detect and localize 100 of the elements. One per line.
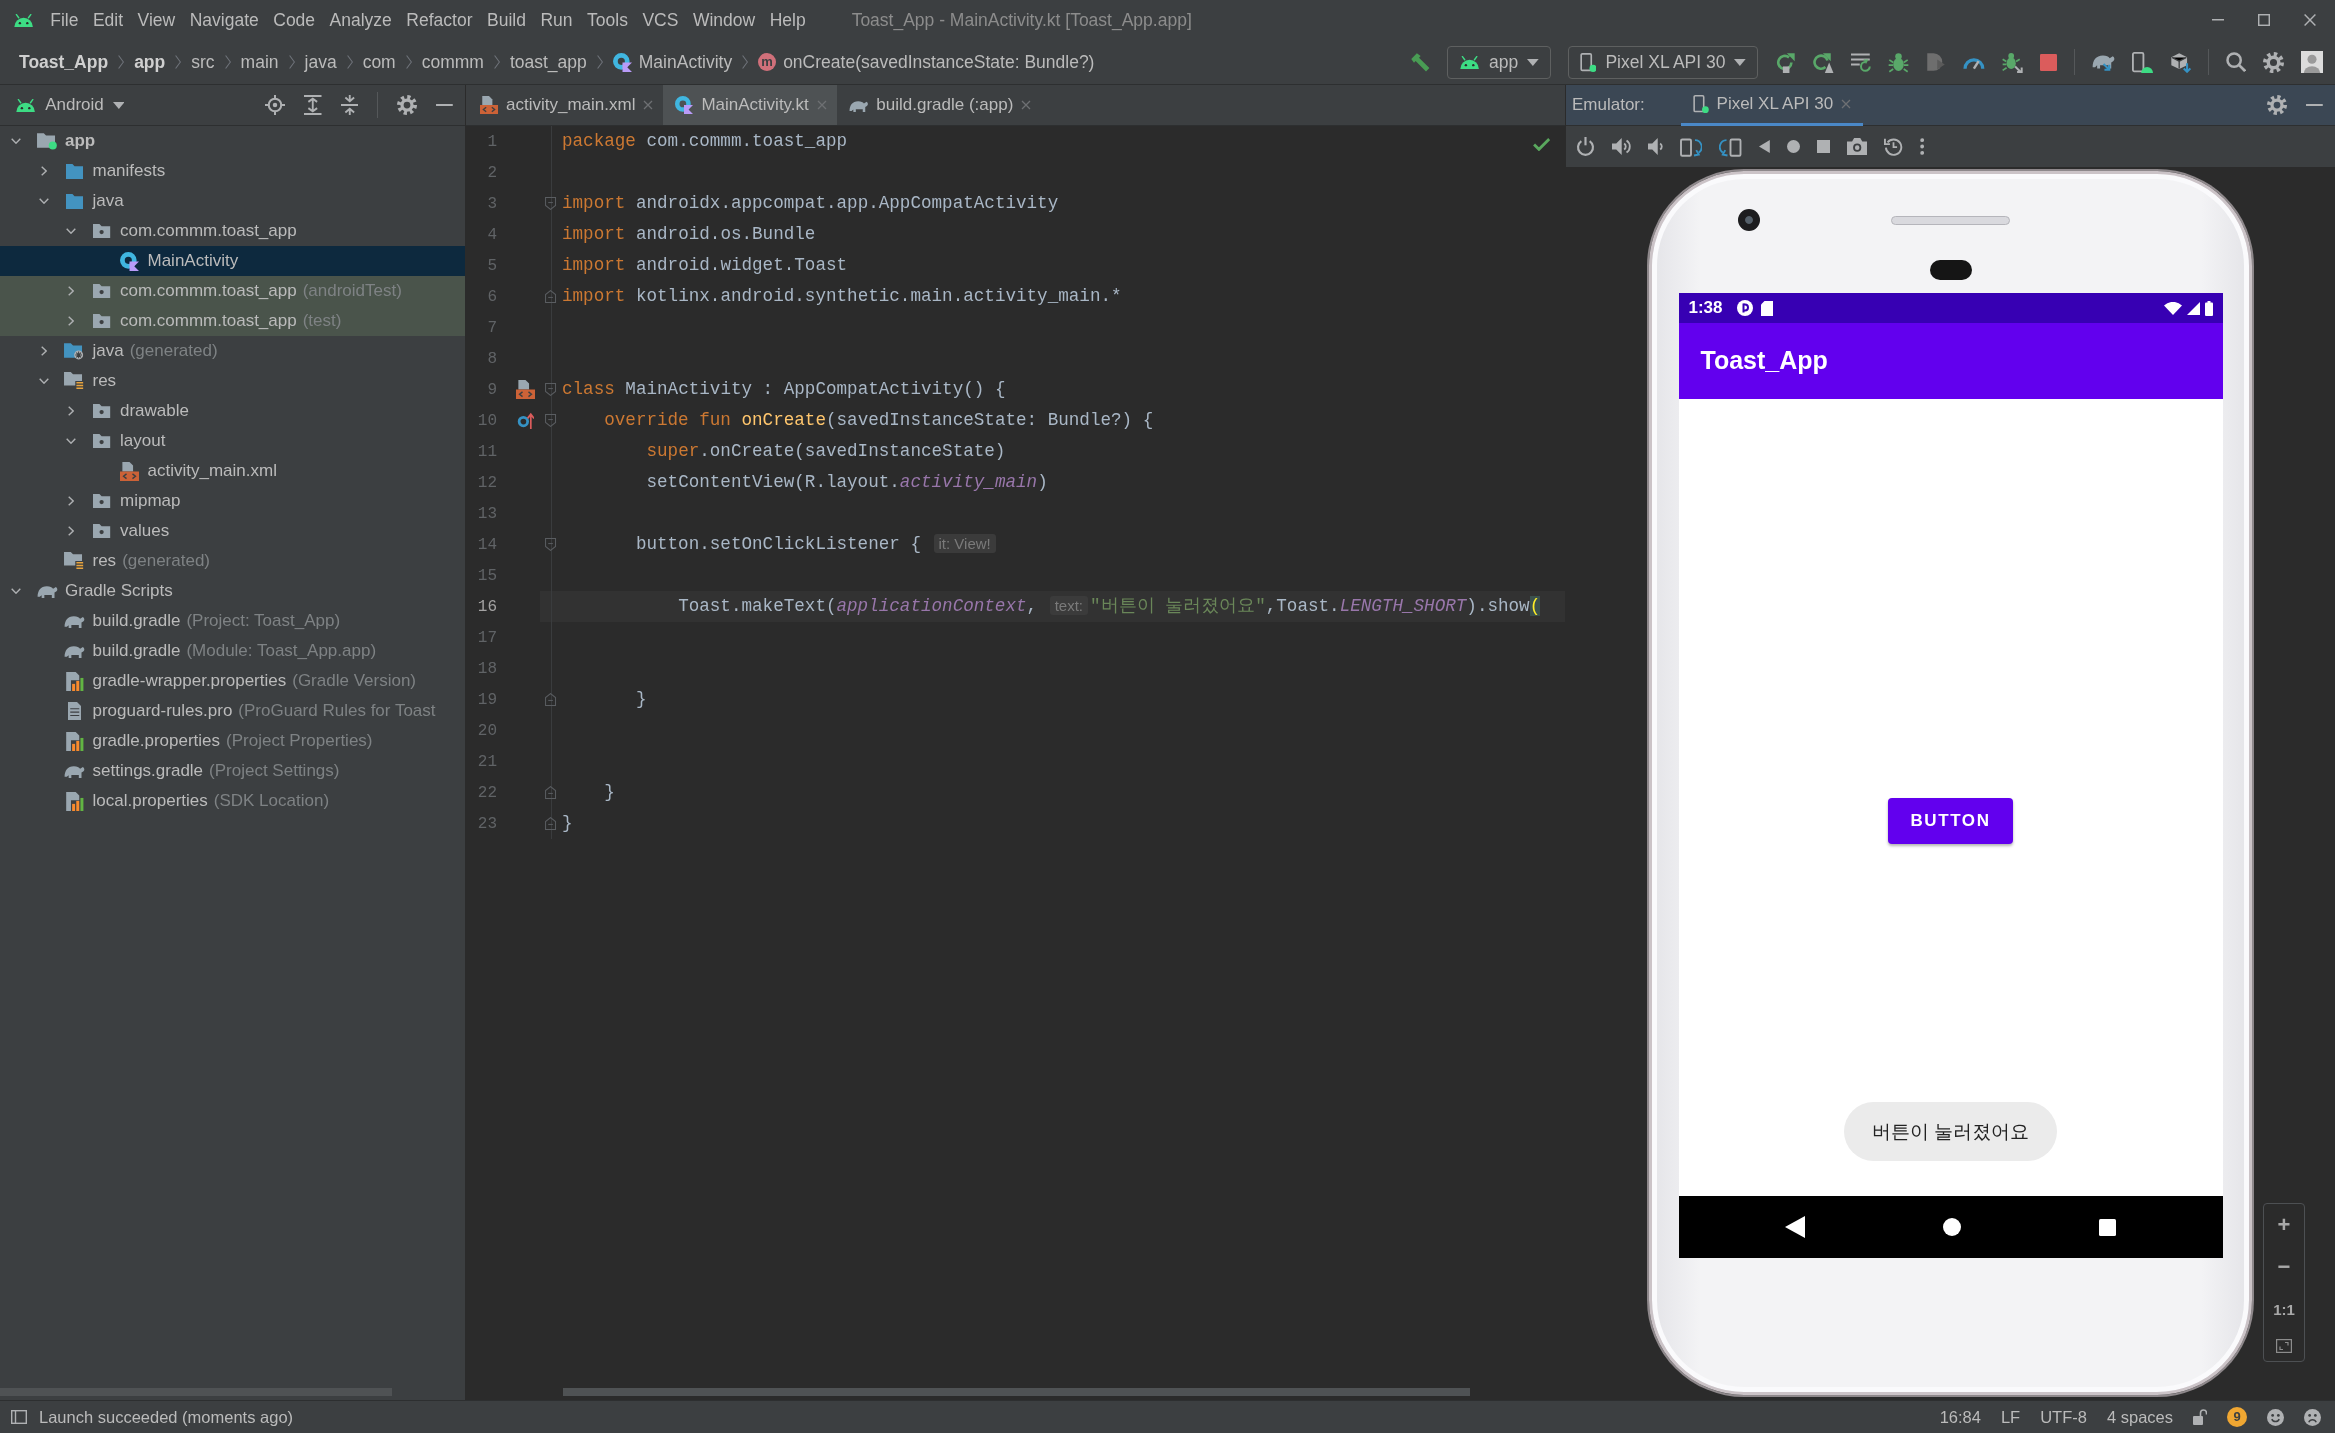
tree-item[interactable]: layout xyxy=(0,426,465,456)
fold-marker-icon[interactable] xyxy=(545,786,557,799)
stop-icon[interactable] xyxy=(2039,53,2057,71)
more-icon[interactable] xyxy=(1920,138,1925,155)
chevron-right-icon[interactable] xyxy=(68,496,74,506)
tree-item[interactable]: local.properties (SDK Location) xyxy=(0,786,465,816)
search-icon[interactable] xyxy=(2226,52,2246,72)
breadcrumb-item[interactable]: toast_app xyxy=(509,48,587,76)
xml-file-icon[interactable] xyxy=(515,380,535,399)
chevron-right-icon[interactable] xyxy=(68,316,74,326)
crosshair-icon[interactable] xyxy=(265,95,286,115)
tree-item[interactable]: values xyxy=(0,516,465,546)
menu-item[interactable]: VCS xyxy=(642,6,679,34)
menu-item[interactable]: Navigate xyxy=(189,6,259,34)
smiley-icon[interactable] xyxy=(2267,1408,2284,1426)
chevron-down-icon[interactable] xyxy=(38,198,49,204)
editor-tab[interactable]: MainActivity.kt xyxy=(663,85,837,125)
menu-item[interactable]: Tools xyxy=(587,6,628,34)
menu-item[interactable]: Build xyxy=(487,6,526,34)
menu-item[interactable]: Code xyxy=(273,6,316,34)
chevron-right-icon[interactable] xyxy=(68,406,74,416)
fit-screen-icon[interactable] xyxy=(2276,1339,2292,1353)
device-tab[interactable]: Pixel XL API 30 xyxy=(1680,85,1864,126)
breadcrumb-item[interactable]: MainActivity xyxy=(612,48,733,76)
tree-item[interactable]: com.commm.toast_app (androidTest) xyxy=(0,276,465,306)
tree-item[interactable]: MainActivity xyxy=(0,246,465,276)
rotate-right-icon[interactable] xyxy=(1719,136,1742,157)
breadcrumb-item[interactable]: com xyxy=(362,48,396,76)
zoom-in-button[interactable]: + xyxy=(2277,1212,2291,1238)
menu-item[interactable]: Help xyxy=(769,6,806,34)
chevron-down-icon[interactable] xyxy=(38,378,49,384)
apply-code-changes-icon[interactable] xyxy=(1851,52,1872,72)
notification-badge[interactable]: 9 xyxy=(2227,1407,2247,1427)
fold-marker-icon[interactable] xyxy=(545,290,557,303)
hammer-icon[interactable] xyxy=(1409,52,1430,72)
settings-icon[interactable] xyxy=(2267,95,2288,115)
menu-item[interactable]: Edit xyxy=(92,6,124,34)
status-item[interactable]: 16:84 xyxy=(1939,1404,1981,1430)
bug-icon[interactable] xyxy=(1888,51,1910,73)
fold-marker-icon[interactable] xyxy=(545,197,557,210)
app-button[interactable]: BUTTON xyxy=(1888,798,2013,844)
bug-arrow-icon[interactable] xyxy=(2001,51,2023,73)
elephant-sync-icon[interactable] xyxy=(2091,53,2115,71)
chevron-down-icon[interactable] xyxy=(66,438,76,444)
breadcrumb-item[interactable]: main xyxy=(240,48,279,76)
chevron-right-icon[interactable] xyxy=(68,286,74,296)
chevron-down-icon[interactable] xyxy=(66,228,76,234)
tree-item[interactable]: java xyxy=(0,186,465,216)
actual-size-button[interactable]: 1:1 xyxy=(2273,1296,2295,1323)
fold-marker-icon[interactable] xyxy=(545,414,557,427)
chevron-right-icon[interactable] xyxy=(40,166,47,176)
panel-toggle-icon[interactable] xyxy=(11,1410,27,1424)
volume-up-icon[interactable] xyxy=(1612,138,1632,155)
menu-item[interactable]: Refactor xyxy=(406,6,473,34)
cube-download-icon[interactable] xyxy=(2170,51,2191,73)
chevron-down-icon[interactable] xyxy=(11,138,21,144)
breadcrumb-item[interactable]: src xyxy=(191,48,215,76)
home-icon[interactable] xyxy=(1943,1218,1961,1236)
volume-down-icon[interactable] xyxy=(1648,138,1663,155)
tree-item[interactable]: java (generated) xyxy=(0,336,465,366)
chevron-down-icon[interactable] xyxy=(11,588,21,594)
status-item[interactable]: 4 spaces xyxy=(2106,1404,2173,1430)
overview-icon[interactable] xyxy=(2099,1218,2116,1236)
minimize-icon[interactable] xyxy=(2306,103,2323,107)
power-icon[interactable] xyxy=(1576,137,1595,156)
breadcrumb-item[interactable]: m onCreate(savedInstanceState: Bundle?) xyxy=(758,48,1095,76)
breadcrumb-item[interactable]: app xyxy=(134,48,166,76)
editor-tab[interactable]: build.gradle (:app) xyxy=(836,85,1042,125)
zoom-out-button[interactable]: − xyxy=(2277,1254,2291,1281)
snapshot-icon[interactable] xyxy=(1884,137,1904,156)
tree-item[interactable]: com.commm.toast_app xyxy=(0,216,465,246)
device-dropdown[interactable]: Pixel XL API 30 xyxy=(1567,45,1759,79)
tree-item[interactable]: res xyxy=(0,366,465,396)
menu-item[interactable]: View xyxy=(137,6,176,34)
maximize-icon[interactable] xyxy=(2258,14,2270,26)
tree-item[interactable]: Gradle Scripts xyxy=(0,576,465,606)
fold-marker-icon[interactable] xyxy=(545,538,557,551)
breadcrumb-item[interactable]: java xyxy=(304,48,337,76)
tree-item[interactable]: gradle-wrapper.properties (Gradle Version) xyxy=(0,666,465,696)
tree-item[interactable]: gradle.properties (Project Properties) xyxy=(0,726,465,756)
apply-changes-icon[interactable] xyxy=(1813,51,1835,73)
status-item[interactable]: UTF-8 xyxy=(2040,1404,2087,1430)
tree-item[interactable]: app xyxy=(0,126,465,156)
back-icon[interactable] xyxy=(1785,1216,1805,1238)
phone-android-icon[interactable] xyxy=(2132,51,2153,73)
fold-marker-icon[interactable] xyxy=(545,383,557,396)
menu-item[interactable]: Window xyxy=(692,6,756,34)
tree-item[interactable]: res (generated) xyxy=(0,546,465,576)
chevron-right-icon[interactable] xyxy=(68,526,74,536)
tree-item[interactable]: proguard-rules.pro (ProGuard Rules for Toast xyxy=(0,696,465,726)
tree-item[interactable]: mipmap xyxy=(0,486,465,516)
tree-item[interactable]: activity_main.xml xyxy=(0,456,465,486)
status-item[interactable]: LF xyxy=(2000,1404,2021,1430)
project-view-dropdown[interactable]: Android xyxy=(0,84,125,126)
scrollbar-thumb[interactable] xyxy=(563,1388,1470,1396)
override-icon[interactable] xyxy=(516,412,534,429)
sad-face-icon[interactable] xyxy=(2304,1408,2321,1426)
tree-item[interactable]: com.commm.toast_app (test) xyxy=(0,306,465,336)
chevron-right-icon[interactable] xyxy=(40,346,47,356)
fold-marker-icon[interactable] xyxy=(545,693,557,706)
